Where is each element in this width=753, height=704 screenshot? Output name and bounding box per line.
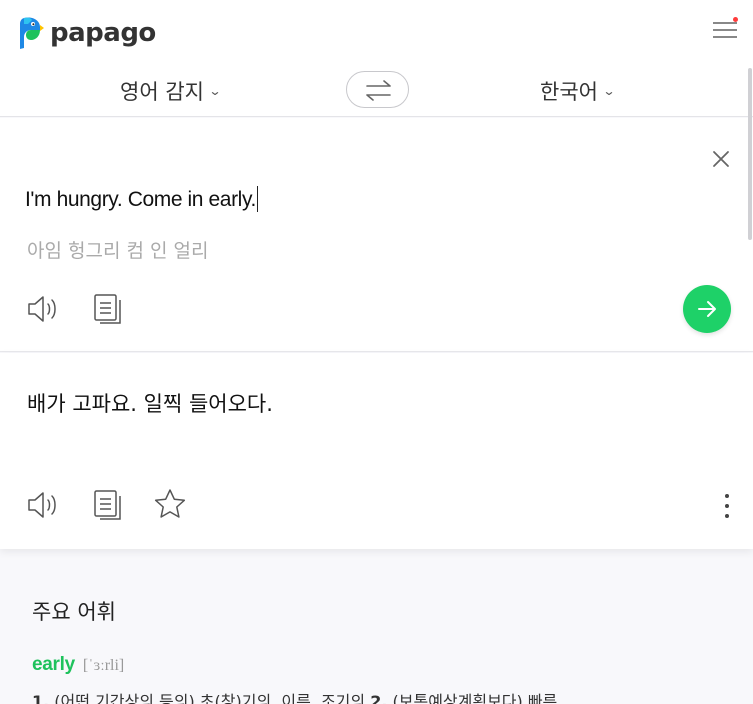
text-caret	[256, 186, 258, 212]
vocab-title: 주요 어휘	[32, 600, 116, 624]
source-text-input[interactable]: I'm hungry. Come in early.	[25, 186, 258, 212]
source-speaker-icon[interactable]	[26, 294, 62, 328]
swap-arrows-icon	[366, 80, 391, 101]
target-speaker-icon[interactable]	[26, 490, 62, 524]
source-language-label: 영어 감지	[120, 80, 204, 104]
app-name: papago	[50, 18, 156, 48]
notification-dot	[733, 17, 738, 22]
more-vertical-icon[interactable]	[720, 491, 734, 521]
vocab-word[interactable]: early	[32, 654, 75, 676]
star-icon[interactable]	[153, 488, 187, 524]
papago-logo[interactable]: papago	[18, 16, 156, 50]
target-panel: 배가 고파요. 일찍 들어오다.	[0, 353, 753, 549]
source-text: I'm hungry. Come in early.	[25, 188, 256, 211]
source-language-select[interactable]: 영어 감지 ⌄	[120, 76, 222, 106]
vocab-definition: 1. (어떤 기간상의 등의) 초(창)기의, 이른, 조기의 2. (보통예상…	[32, 688, 557, 704]
target-language-label: 한국어	[540, 80, 598, 104]
swap-languages-button[interactable]	[346, 71, 409, 108]
scrollbar[interactable]	[748, 68, 752, 240]
definition-text: (보통예상계획보다) 빠른	[387, 692, 558, 704]
definition-text: (어떤 기간상의 등의) 초(창)기의, 이른, 조기의	[49, 692, 371, 704]
close-icon[interactable]	[710, 148, 732, 170]
chevron-down-icon: ⌄	[208, 84, 222, 98]
key-vocabulary-section: 주요 어휘 early [ˈɜːrli] 1. (어떤 기간상의 등의) 초(창…	[0, 562, 753, 704]
translate-button[interactable]	[683, 285, 731, 333]
definition-number: 2.	[370, 692, 388, 704]
vocab-phonetic: [ˈɜːrli]	[82, 657, 125, 674]
chevron-down-icon: ⌄	[602, 84, 616, 98]
translated-text: 배가 고파요. 일찍 들어오다.	[27, 392, 273, 416]
header: papago	[0, 0, 753, 62]
source-copy-icon[interactable]	[92, 292, 124, 330]
target-language-select[interactable]: 한국어 ⌄	[540, 76, 616, 106]
language-bar: 영어 감지 ⌄ 한국어 ⌄	[0, 62, 753, 117]
pronunciation-text: 아임 헝그리 컴 인 얼리	[27, 240, 209, 262]
target-copy-icon[interactable]	[92, 488, 124, 526]
hamburger-menu-icon[interactable]	[713, 17, 738, 41]
definition-number: 1.	[32, 692, 50, 704]
source-panel: I'm hungry. Come in early. 아임 헝그리 컴 인 얼리	[0, 118, 753, 352]
vocab-entry: early [ˈɜːrli]	[32, 654, 124, 676]
papago-parrot-icon	[20, 17, 44, 49]
arrow-right-icon	[698, 301, 716, 317]
